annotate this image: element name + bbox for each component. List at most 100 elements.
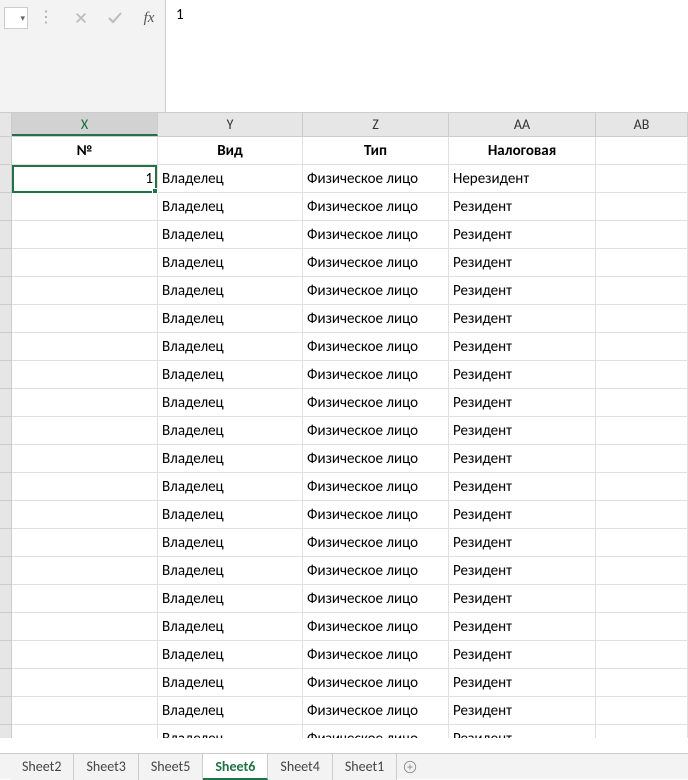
data-cell[interactable] [596, 193, 688, 221]
data-cell[interactable]: Резидент [449, 221, 596, 249]
data-cell[interactable] [596, 389, 688, 417]
insert-function-icon[interactable]: fx [139, 8, 159, 28]
data-cell[interactable]: Владелец [158, 361, 303, 389]
name-box[interactable]: ▾ [4, 7, 28, 29]
sheet-tab[interactable]: Sheet4 [268, 754, 332, 780]
data-cell[interactable]: Владелец [158, 445, 303, 473]
select-all-corner[interactable] [0, 113, 12, 136]
data-cell[interactable] [596, 305, 688, 333]
data-cell[interactable]: Владелец [158, 165, 303, 193]
data-cell[interactable]: Резидент [449, 193, 596, 221]
header-cell[interactable]: № [12, 137, 158, 165]
header-cell[interactable]: Вид [158, 137, 303, 165]
data-cell[interactable] [12, 333, 158, 361]
sheet-tab[interactable]: Sheet6 [203, 754, 268, 780]
data-cell[interactable] [596, 725, 688, 738]
row-header[interactable] [0, 361, 12, 389]
sheet-tab[interactable]: Sheet5 [139, 754, 203, 780]
data-cell[interactable]: Владелец [158, 333, 303, 361]
data-cell[interactable] [596, 557, 688, 585]
data-cell[interactable] [12, 725, 158, 738]
spreadsheet-grid[interactable]: №ВидТипНалоговая1ВладелецФизическое лицо… [0, 137, 688, 738]
data-cell[interactable] [596, 585, 688, 613]
row-header[interactable] [0, 305, 12, 333]
data-cell[interactable] [596, 445, 688, 473]
data-cell[interactable]: Владелец [158, 613, 303, 641]
data-cell[interactable] [12, 669, 158, 697]
data-cell[interactable]: Владелец [158, 249, 303, 277]
data-cell[interactable] [12, 389, 158, 417]
data-cell[interactable] [12, 697, 158, 725]
data-cell[interactable] [12, 277, 158, 305]
data-cell[interactable]: Физическое лицо [303, 557, 449, 585]
data-cell[interactable]: Владелец [158, 389, 303, 417]
data-cell[interactable]: Резидент [449, 389, 596, 417]
data-cell[interactable]: Владелец [158, 417, 303, 445]
data-cell[interactable] [596, 417, 688, 445]
data-cell[interactable] [596, 333, 688, 361]
data-cell[interactable] [596, 249, 688, 277]
formula-input[interactable]: 1 [166, 0, 194, 30]
column-header-z[interactable]: Z [303, 113, 449, 136]
data-cell[interactable]: Резидент [449, 697, 596, 725]
sheet-tab[interactable]: Sheet2 [10, 754, 74, 780]
data-cell[interactable] [12, 249, 158, 277]
data-cell[interactable]: Резидент [449, 613, 596, 641]
data-cell[interactable]: Физическое лицо [303, 501, 449, 529]
row-header[interactable] [0, 725, 12, 738]
data-cell[interactable]: Физическое лицо [303, 529, 449, 557]
data-cell[interactable] [12, 221, 158, 249]
data-cell[interactable] [596, 641, 688, 669]
data-cell[interactable]: Физическое лицо [303, 361, 449, 389]
data-cell[interactable]: Физическое лицо [303, 165, 449, 193]
row-header[interactable] [0, 193, 12, 221]
data-cell[interactable]: Резидент [449, 445, 596, 473]
data-cell[interactable]: Физическое лицо [303, 445, 449, 473]
row-header[interactable] [0, 501, 12, 529]
row-header[interactable] [0, 165, 12, 193]
sheet-tab[interactable]: Sheet1 [333, 754, 397, 780]
data-cell[interactable]: Резидент [449, 473, 596, 501]
data-cell[interactable] [596, 473, 688, 501]
data-cell[interactable]: Владелец [158, 221, 303, 249]
row-header[interactable] [0, 697, 12, 725]
row-header[interactable] [0, 613, 12, 641]
data-cell[interactable]: Резидент [449, 557, 596, 585]
data-cell[interactable] [596, 277, 688, 305]
data-cell[interactable] [12, 305, 158, 333]
row-header[interactable] [0, 473, 12, 501]
data-cell[interactable]: Физическое лицо [303, 473, 449, 501]
data-cell[interactable]: Резидент [449, 249, 596, 277]
row-header[interactable] [0, 221, 12, 249]
data-cell[interactable]: Владелец [158, 193, 303, 221]
data-cell[interactable]: Резидент [449, 725, 596, 738]
data-cell[interactable] [12, 529, 158, 557]
data-cell[interactable] [12, 417, 158, 445]
data-cell[interactable] [12, 361, 158, 389]
data-cell[interactable] [596, 697, 688, 725]
sheet-tab[interactable]: Sheet3 [74, 754, 138, 780]
row-header[interactable] [0, 333, 12, 361]
data-cell[interactable]: Резидент [449, 641, 596, 669]
row-header[interactable] [0, 585, 12, 613]
data-cell[interactable]: Физическое лицо [303, 249, 449, 277]
header-cell[interactable]: Тип [303, 137, 449, 165]
data-cell[interactable]: Физическое лицо [303, 277, 449, 305]
header-cell[interactable]: Налоговая [449, 137, 596, 165]
data-cell[interactable] [596, 613, 688, 641]
data-cell[interactable]: Физическое лицо [303, 389, 449, 417]
row-header[interactable] [0, 445, 12, 473]
data-cell[interactable] [12, 585, 158, 613]
data-cell[interactable] [596, 221, 688, 249]
enter-formula-icon[interactable] [105, 8, 125, 28]
data-cell[interactable]: Владелец [158, 277, 303, 305]
data-cell[interactable]: Владелец [158, 669, 303, 697]
data-cell[interactable] [12, 557, 158, 585]
data-cell[interactable]: Резидент [449, 277, 596, 305]
data-cell[interactable]: Владелец [158, 585, 303, 613]
data-cell[interactable]: Резидент [449, 501, 596, 529]
data-cell[interactable]: Резидент [449, 333, 596, 361]
data-cell[interactable]: Физическое лицо [303, 613, 449, 641]
data-cell[interactable]: Физическое лицо [303, 305, 449, 333]
column-header-ab[interactable]: AB [596, 113, 688, 136]
